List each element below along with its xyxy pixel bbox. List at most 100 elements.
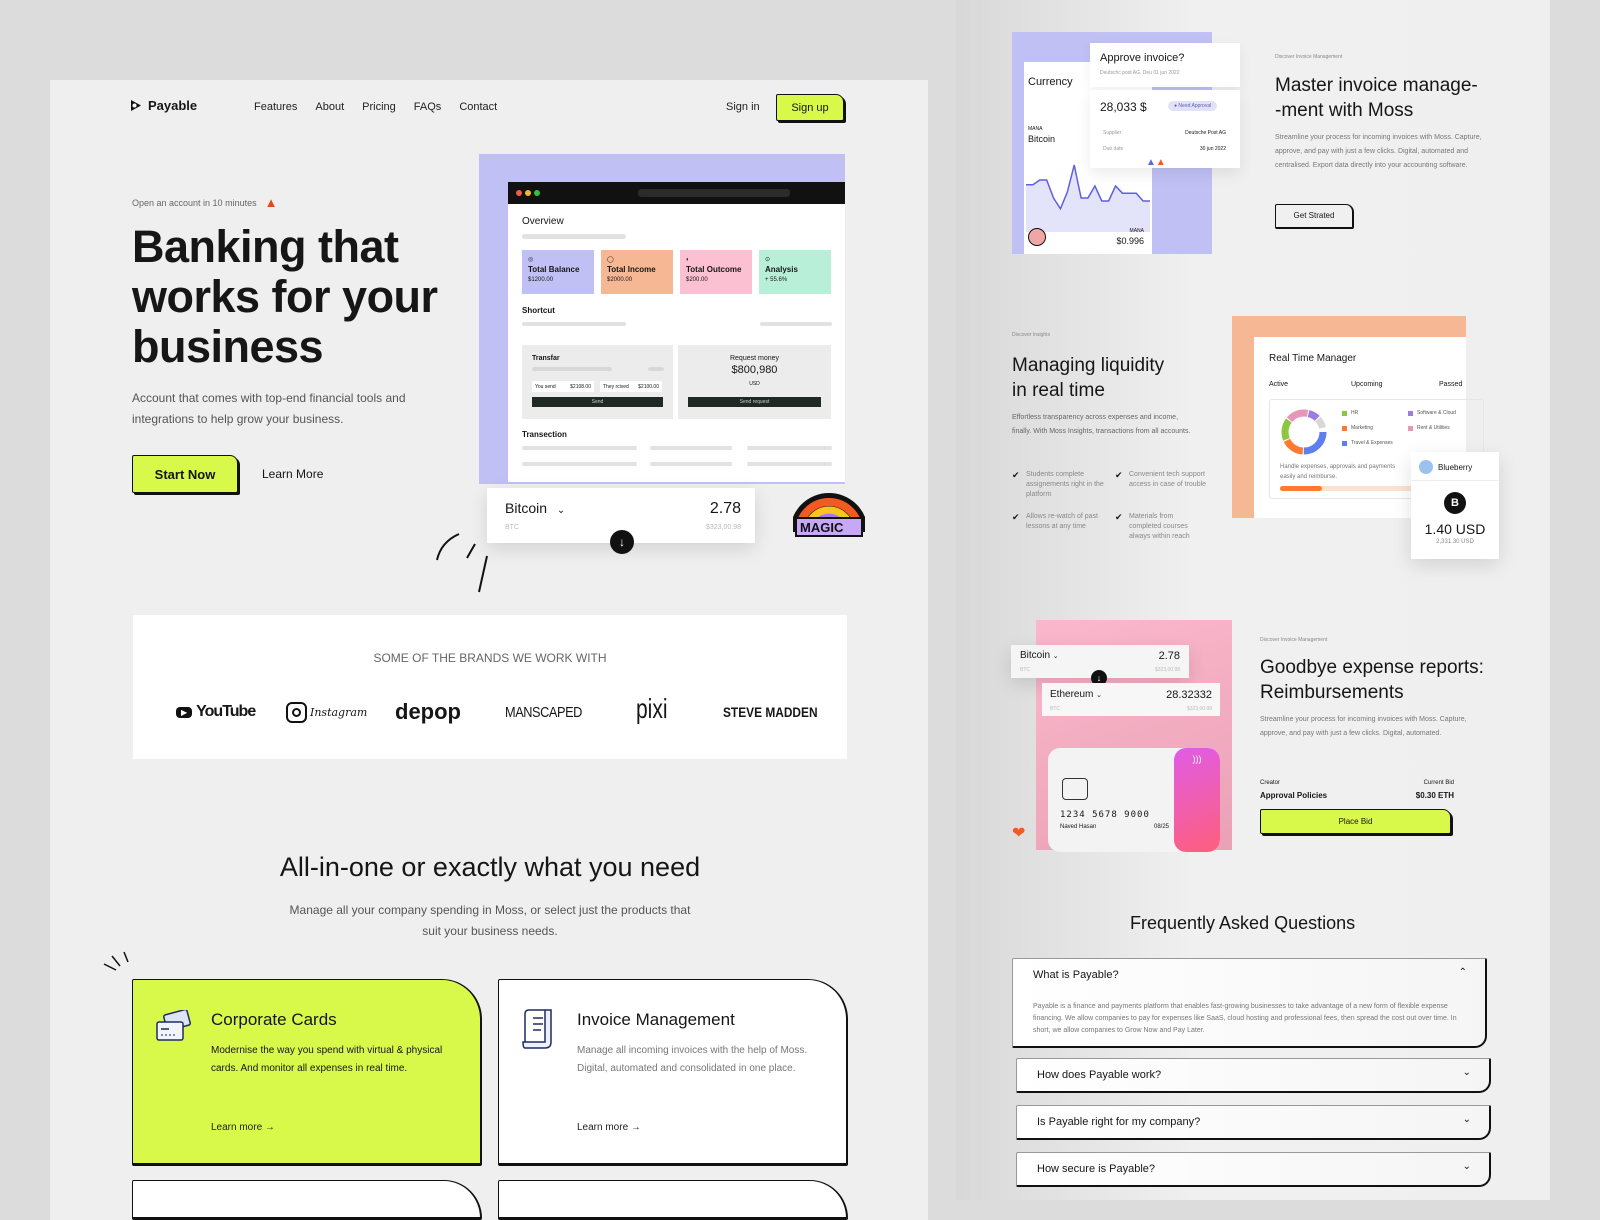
coin-price: $0.996: [1116, 236, 1144, 246]
coin-select[interactable]: Bitcoin ⌄: [505, 500, 565, 516]
fire-icon: ▲: [264, 195, 278, 210]
chevron-up-icon[interactable]: ⌃: [1459, 967, 1467, 978]
they-receive-field[interactable]: They rcived $2100.00: [600, 381, 662, 392]
learn-more-link[interactable]: Learn more →: [211, 1122, 275, 1133]
magic-sticker: MAGIC: [790, 488, 868, 544]
legend-item-software: Software & Cloud: [1408, 410, 1456, 416]
chevron-down-icon[interactable]: ⌄: [1463, 1114, 1471, 1125]
check-text: Allows re-watch of past lessons at any t…: [1026, 513, 1098, 530]
coin-amount: 2.78: [1158, 650, 1180, 662]
close-dot-icon[interactable]: [516, 190, 522, 196]
chevron-down-icon: ⌄: [1052, 653, 1059, 660]
nav-link-contact[interactable]: Contact: [459, 101, 497, 113]
feature-card[interactable]: [498, 1180, 848, 1220]
they-receive-value: $2100.00: [638, 383, 659, 390]
faq-question: Is Payable right for my company?: [1037, 1116, 1201, 1128]
supplier-label: Supplier: [1103, 130, 1122, 136]
chevron-down-icon: ⌄: [1096, 692, 1103, 699]
spend-progress-track: [1280, 486, 1420, 491]
nav-link-about[interactable]: About: [315, 101, 344, 113]
coin-select[interactable]: Bitcoin ⌄: [1020, 650, 1059, 661]
legend-swatch: [1342, 425, 1347, 431]
send-button[interactable]: Send: [532, 397, 663, 407]
sign-up-button[interactable]: Sign up: [776, 94, 844, 121]
feature-card[interactable]: [132, 1180, 482, 1220]
tab-active[interactable]: Active: [1269, 381, 1288, 388]
hero-eyebrow-text: Open an account in 10 minutes: [132, 197, 257, 208]
feature-card-invoice-management[interactable]: Invoice Management Manage all incoming i…: [498, 979, 848, 1166]
legend-item-hr: HR: [1342, 410, 1358, 416]
window-titlebar: [508, 182, 845, 204]
analysis-icon: ⊙: [765, 257, 771, 263]
nav-link-pricing[interactable]: Pricing: [362, 101, 396, 113]
liquidity-section-body: Effortless transparency across expenses …: [1012, 414, 1191, 435]
feature-card-corporate-cards[interactable]: Corporate Cards Modernise the way you sp…: [132, 979, 482, 1166]
legend-swatch: [1408, 410, 1413, 416]
stat-card-total-income[interactable]: ◯ Total Income $2000.00: [601, 250, 673, 294]
faq-item-open[interactable]: What is Payable? ⌃ Payable is a finance …: [1012, 958, 1487, 1048]
coin-usd-value: $323,00.98: [705, 524, 741, 531]
get-started-button[interactable]: Get Strated: [1275, 204, 1354, 229]
address-bar[interactable]: [638, 189, 790, 197]
card-chip-icon: [1062, 778, 1088, 800]
coin-select[interactable]: Ethereum ⌄: [1050, 689, 1102, 700]
stat-card-analysis[interactable]: ⊙ Analysis + 55.6%: [759, 250, 831, 294]
title-line: Goodbye expense reports:: [1260, 657, 1484, 678]
approve-subtitle: Deutschc post AG. Deu 01 jun 2022: [1100, 70, 1180, 76]
stat-label: Total Balance: [528, 265, 580, 274]
title-line: Managing liquidity: [1012, 355, 1165, 376]
chevron-down-icon[interactable]: ⌄: [1463, 1067, 1471, 1078]
current-bid-label: Current Bid: [1423, 780, 1454, 786]
coin-ticker: BTC: [1020, 667, 1030, 673]
place-bid-button[interactable]: Place Bid: [1260, 809, 1451, 834]
hero-title: Banking that works for your business: [132, 222, 438, 372]
nav-link-faqs[interactable]: FAQs: [414, 101, 442, 113]
invoice-scroll-icon: [522, 1009, 552, 1049]
feature-title: Corporate Cards: [211, 1010, 337, 1029]
brand-logo-steve-madden: STEVE MADDEN: [723, 704, 818, 720]
thumbs-up-icons: ▲▲: [1146, 157, 1166, 168]
coin-amount: 28.32332: [1166, 689, 1212, 701]
liquidity-eyebrow: Discover Insights: [1012, 332, 1051, 338]
need-approval-badge: ● Need Approval: [1168, 101, 1218, 111]
chevron-down-icon[interactable]: ⌄: [1463, 1161, 1471, 1172]
send-request-button[interactable]: Send request: [688, 397, 821, 407]
faq-item[interactable]: Is Payable right for my company? ⌄: [1016, 1105, 1491, 1140]
stat-card-total-outcome[interactable]: ◐ Total Outcome $200.00: [680, 250, 752, 294]
token-name: Blueberry: [1438, 462, 1473, 472]
approve-invoice-header: Approve invoice? Deutschc post AG. Deu 0…: [1090, 43, 1240, 87]
coin-name: Bitcoin: [505, 500, 548, 516]
feature-body: Modernise the way you spend with virtual…: [211, 1045, 443, 1074]
learn-more-link[interactable]: Learn More: [262, 467, 323, 481]
coin-name: Bitcoin: [1028, 134, 1056, 144]
maximize-dot-icon[interactable]: [534, 190, 540, 196]
stat-card-total-balance[interactable]: ◎ Total Balance $1200.00: [522, 250, 594, 294]
faq-item[interactable]: How secure is Payable? ⌄: [1016, 1152, 1491, 1187]
start-now-button[interactable]: Start Now: [132, 455, 238, 493]
sign-in-link[interactable]: Sign in: [726, 101, 760, 113]
coin-usd: $323,00.98: [1186, 706, 1212, 712]
nav-link-features[interactable]: Features: [254, 101, 297, 113]
swap-arrow-down-icon[interactable]: ↓: [610, 530, 634, 554]
token-symbol-icon: B: [1444, 492, 1466, 514]
thumbs-up-icon[interactable]: ▲: [1146, 157, 1156, 168]
you-send-field[interactable]: You send $2108.00: [532, 381, 594, 392]
reimburse-section-body: Streamline your process for incoming inv…: [1260, 716, 1467, 737]
request-amount: $800,980: [731, 364, 778, 376]
hero-eyebrow: Open an account in 10 minutes ▲: [132, 195, 277, 210]
faq-item[interactable]: How does Payable work? ⌄: [1016, 1058, 1491, 1093]
features-subtitle: Manage all your company spending in Moss…: [289, 903, 691, 938]
brand-logo[interactable]: Payable: [130, 98, 197, 113]
legend-label: Travel & Expenses: [1351, 440, 1393, 446]
learn-more-link[interactable]: Learn more →: [577, 1122, 641, 1133]
placeholder-bar: [747, 446, 832, 450]
coin-name: Ethereum: [1050, 689, 1094, 700]
thumbs-up-icon[interactable]: ▲: [1156, 157, 1166, 168]
transfer-title: Transfar: [532, 355, 560, 362]
minimize-dot-icon[interactable]: [525, 190, 531, 196]
swap-to-widget[interactable]: Ethereum ⌄ BTC 28.32332 $323,00.98: [1042, 683, 1220, 716]
coin-amount: 2.78: [709, 500, 741, 517]
tab-upcoming[interactable]: Upcoming: [1351, 381, 1383, 388]
tab-passed[interactable]: Passed: [1439, 381, 1462, 388]
placeholder-bar: [532, 367, 612, 371]
